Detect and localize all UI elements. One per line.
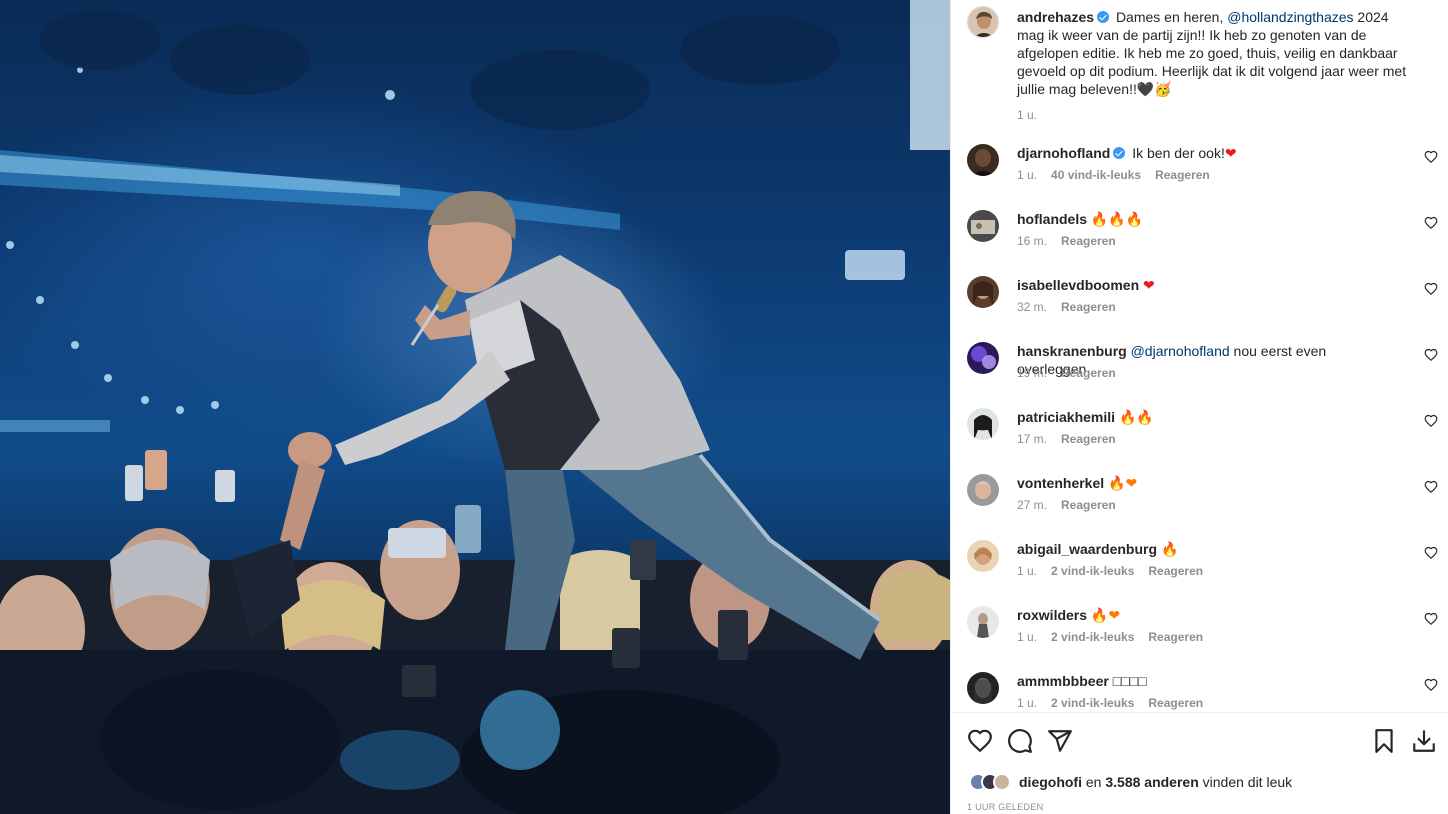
commenter-username[interactable]: abigail_waardenburg <box>1017 541 1157 557</box>
comment-time[interactable]: 1 u. <box>1017 696 1037 710</box>
comment-time[interactable]: 17 m. <box>1017 432 1047 446</box>
caption-text-start: Dames en heren, <box>1115 9 1228 25</box>
commenter-avatar[interactable] <box>967 540 999 572</box>
reply-button[interactable]: Reageren <box>1155 168 1210 182</box>
commenter-username[interactable]: isabellevdboomen <box>1017 277 1139 293</box>
comment-item: ammmbbbeer □□□□ 1 u. 2 vind-ik-leuks Reage… <box>951 672 1448 712</box>
comment-item: hanskranenburg @djarnohofland nou eerst … <box>951 342 1448 408</box>
likes-count-link[interactable]: 3.588 anderen <box>1105 774 1198 790</box>
comment-mention-link[interactable]: @djarnohofland <box>1131 343 1230 359</box>
comment-item: hoflandels 🔥🔥🔥 16 m. Reageren <box>951 210 1448 276</box>
reply-button[interactable]: Reageren <box>1061 432 1116 446</box>
comment-emoji: 🔥 <box>1160 541 1179 557</box>
reply-button[interactable]: Reageren <box>1061 234 1116 248</box>
likes-summary: diegohofi en 3.588 anderen vinden dit le… <box>969 771 1292 793</box>
party-face-emoji: 🥳 <box>1154 81 1172 97</box>
comment-likes-count[interactable]: 2 vind-ik-leuks <box>1051 630 1134 644</box>
heart-outline-icon[interactable] <box>967 728 993 754</box>
comment-time[interactable]: 32 m. <box>1017 300 1047 314</box>
black-heart-emoji: 🖤 <box>1136 81 1155 97</box>
author-avatar-image <box>968 7 998 37</box>
comment-like-heart-icon[interactable] <box>1424 546 1438 560</box>
reply-button[interactable]: Reageren <box>1061 498 1116 512</box>
post-caption: andrehazes Dames en heren, @hollandzingt… <box>1017 8 1417 124</box>
commenter-avatar[interactable] <box>967 342 999 374</box>
comment-bubble-icon[interactable] <box>1007 728 1033 754</box>
comment-like-heart-icon[interactable] <box>1424 282 1438 296</box>
reply-button[interactable]: Reageren <box>1148 564 1203 578</box>
commenter-avatar[interactable] <box>967 606 999 638</box>
post-actions-bar: diegohofi en 3.588 anderen vinden dit le… <box>951 712 1448 814</box>
comment-item: vontenherkel 🔥❤ 27 m. Reageren <box>951 474 1448 540</box>
verified-badge-icon <box>1097 11 1110 23</box>
reply-button[interactable]: Reageren <box>1061 300 1116 314</box>
liker-username[interactable]: diegohofi <box>1019 774 1082 790</box>
comment-time[interactable]: 1 u. <box>1017 630 1037 644</box>
comment-item: abigail_waardenburg 🔥 1 u. 2 vind-ik-leuk… <box>951 540 1448 606</box>
commenter-avatar[interactable] <box>967 672 999 704</box>
reply-button[interactable]: Reageren <box>1148 696 1203 710</box>
comment-time[interactable]: 1 u. <box>1017 564 1037 578</box>
comment-likes-count[interactable]: 40 vind-ik-leuks <box>1051 168 1141 182</box>
comment-text: Ik ben der ook! <box>1132 145 1225 161</box>
comment-like-heart-icon[interactable] <box>1424 150 1438 164</box>
comments-scroll-area[interactable]: andrehazes Dames en heren, @hollandzingt… <box>951 0 1448 712</box>
caption-mention-link[interactable]: @hollandzingthazes <box>1227 9 1353 25</box>
comment-like-heart-icon[interactable] <box>1424 348 1438 362</box>
commenter-avatar[interactable] <box>967 474 999 506</box>
post-photo[interactable] <box>0 0 950 814</box>
comment-emoji: 🔥🔥 <box>1118 409 1154 425</box>
commenter-avatar[interactable] <box>967 144 999 176</box>
comment-emoji: 🔥❤ <box>1108 475 1138 491</box>
comment-like-heart-icon[interactable] <box>1424 480 1438 494</box>
comment-item: patriciakhemili 🔥🔥 17 m. Reageren <box>951 408 1448 474</box>
commenter-avatar[interactable] <box>967 408 999 440</box>
liker-avatar[interactable] <box>993 773 1011 791</box>
comment-time[interactable]: 27 m. <box>1017 498 1047 512</box>
comment-like-heart-icon[interactable] <box>1424 612 1438 626</box>
comment-time[interactable]: 1 u. <box>1017 168 1037 182</box>
comment-time[interactable]: 16 m. <box>1017 234 1047 248</box>
likes-suffix: vinden dit leuk <box>1198 774 1293 790</box>
verified-badge-icon <box>1113 147 1126 159</box>
commenter-username[interactable]: ammmbbbeer <box>1017 673 1109 689</box>
reply-button[interactable]: Reageren <box>1148 630 1203 644</box>
download-icon[interactable] <box>1411 728 1437 754</box>
comment-emoji: 🔥❤ <box>1090 607 1121 623</box>
concert-photo-illustration <box>0 0 950 814</box>
comment-emoji: ❤ <box>1143 277 1155 293</box>
commenter-username[interactable]: patriciakhemili <box>1017 409 1115 425</box>
commenter-username[interactable]: djarnohofland <box>1017 145 1110 161</box>
post-date[interactable]: 1 UUR GELEDEN <box>967 802 1043 812</box>
comment-item: roxwilders 🔥❤ 1 u. 2 vind-ik-leuks Reagere… <box>951 606 1448 672</box>
commenter-username[interactable]: hanskranenburg <box>1017 343 1127 359</box>
comment-item: djarnohofland Ik ben der ook!❤ 1 u. 40 vi… <box>951 144 1448 210</box>
author-avatar[interactable] <box>967 6 999 38</box>
likes-connector: en <box>1082 774 1106 790</box>
reply-button[interactable]: Reageren <box>1061 366 1116 380</box>
commenter-username[interactable]: roxwilders <box>1017 607 1087 623</box>
comment-item: isabellevdboomen ❤ 32 m. Reageren <box>951 276 1448 342</box>
comment-like-heart-icon[interactable] <box>1424 414 1438 428</box>
bookmark-icon[interactable] <box>1371 728 1397 754</box>
comment-like-heart-icon[interactable] <box>1424 678 1438 692</box>
paper-plane-icon[interactable] <box>1047 728 1073 754</box>
author-username[interactable]: andrehazes <box>1017 9 1094 25</box>
commenter-username[interactable]: hoflandels <box>1017 211 1087 227</box>
comment-likes-count[interactable]: 2 vind-ik-leuks <box>1051 564 1134 578</box>
commenter-avatar[interactable] <box>967 276 999 308</box>
comment-emoji: ❤ <box>1224 145 1237 161</box>
caption-time[interactable]: 1 u. <box>1017 106 1417 124</box>
comment-text: □□□□ <box>1112 673 1147 689</box>
comment-time[interactable]: 19 m. <box>1017 366 1047 380</box>
comment-likes-count[interactable]: 2 vind-ik-leuks <box>1051 696 1134 710</box>
commenter-username[interactable]: vontenherkel <box>1017 475 1104 491</box>
comment-like-heart-icon[interactable] <box>1424 216 1438 230</box>
comment-emoji: 🔥🔥🔥 <box>1090 211 1144 227</box>
commenter-avatar[interactable] <box>967 210 999 242</box>
post-side-panel: andrehazes Dames en heren, @hollandzingt… <box>950 0 1448 814</box>
